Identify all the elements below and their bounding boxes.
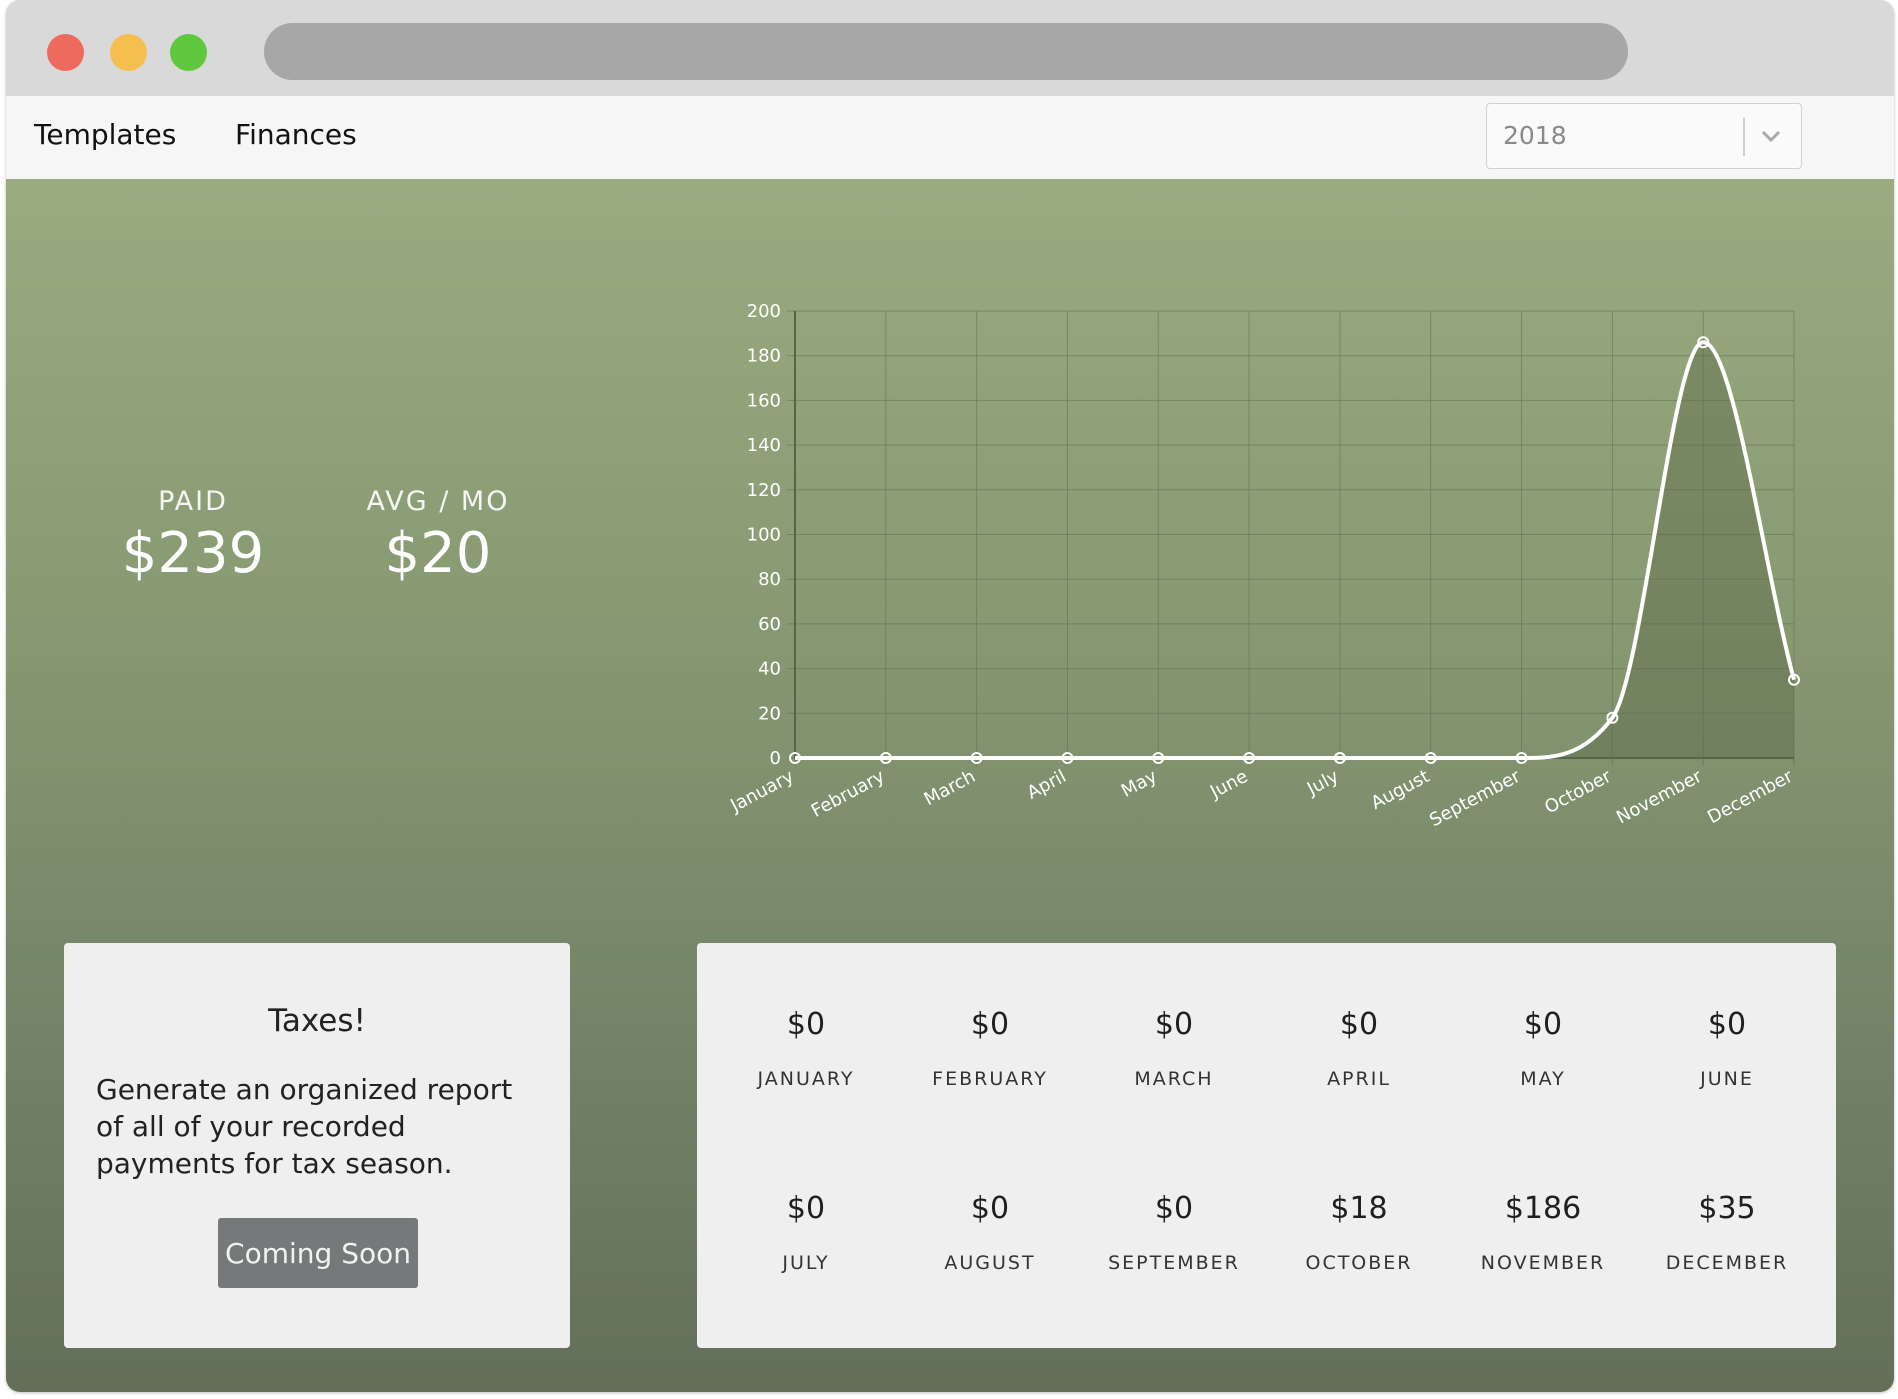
x-tick-label: August: [1368, 766, 1433, 814]
x-tick-label: March: [921, 766, 979, 810]
month-total-8: $0 SEPTEMBER: [1082, 1191, 1266, 1274]
nav-templates-link[interactable]: Templates: [34, 118, 176, 151]
monthly-payments-chart: 0 20 40 60 80 100 120 140 160 180 200 January Februa…: [726, 301, 1800, 832]
month-total-3: $0 APRIL: [1267, 1007, 1451, 1090]
month-total-10: $186 NOVEMBER: [1451, 1191, 1635, 1274]
address-bar[interactable]: [264, 23, 1628, 80]
month-amount: $0: [1154, 1191, 1194, 1226]
month-amount: $0: [970, 1007, 1010, 1042]
taxes-card: Taxes! Generate an organized report of a…: [64, 943, 570, 1348]
paid-label: PAID: [158, 486, 228, 517]
top-navbar: Templates Finances 2018: [6, 96, 1894, 179]
month-name: MARCH: [1134, 1068, 1214, 1090]
year-select-divider: [1743, 118, 1745, 156]
y-tick-label: 140: [747, 435, 781, 456]
paid-stat: PAID $239: [73, 486, 313, 586]
month-amount: $0: [970, 1191, 1010, 1226]
month-name: NOVEMBER: [1480, 1252, 1606, 1274]
close-window-button[interactable]: [47, 34, 84, 71]
month-total-1: $0 FEBRUARY: [898, 1007, 1082, 1090]
month-total-11: $35 DECEMBER: [1635, 1191, 1819, 1274]
monthly-totals-card: $0 JANUARY $0 FEBRUARY $0 MARCH $0 APRIL $0 MAY $0…: [697, 943, 1836, 1348]
month-total-6: $0 JULY: [714, 1191, 898, 1274]
avg-per-month-stat: AVG / MO $20: [318, 486, 558, 586]
month-amount: $0: [1707, 1007, 1747, 1042]
x-tick-label: May: [1118, 766, 1161, 802]
x-tick-label: December: [1704, 766, 1797, 829]
month-name: FEBRUARY: [932, 1068, 1048, 1090]
y-tick-label: 40: [758, 659, 781, 680]
series-area-fill: [795, 342, 1794, 758]
y-tick-label: 80: [758, 569, 781, 590]
month-amount: $0: [1523, 1007, 1563, 1042]
avg-per-month-label: AVG / MO: [366, 486, 510, 517]
avg-per-month-value: $20: [384, 521, 492, 586]
x-tick-label: October: [1541, 766, 1615, 819]
month-amount: $0: [786, 1007, 826, 1042]
finances-dashboard: PAID $239 AVG / MO $20 0 20 40 60 80 100 120 14…: [6, 179, 1894, 1392]
chevron-down-icon[interactable]: [1757, 124, 1785, 148]
month-amount: $186: [1504, 1191, 1582, 1226]
x-tick-label: July: [1303, 766, 1343, 800]
maximize-window-button[interactable]: [170, 34, 207, 71]
year-select[interactable]: 2018: [1486, 103, 1802, 169]
y-tick-label: 120: [747, 480, 781, 501]
month-name: APRIL: [1327, 1068, 1391, 1090]
month-name: JULY: [782, 1252, 830, 1274]
y-tick-label: 100: [747, 525, 781, 546]
taxes-title: Taxes!: [268, 1003, 366, 1039]
browser-window: Templates Finances 2018 PAID $239 AVG / …: [6, 0, 1894, 1392]
coming-soon-button[interactable]: Coming Soon: [218, 1218, 418, 1288]
month-name: OCTOBER: [1305, 1252, 1413, 1274]
x-tick-label: January: [726, 766, 797, 817]
x-tick-label: February: [808, 766, 889, 822]
month-amount: $0: [1339, 1007, 1379, 1042]
month-total-9: $18 OCTOBER: [1267, 1191, 1451, 1274]
month-total-0: $0 JANUARY: [714, 1007, 898, 1090]
month-name: AUGUST: [944, 1252, 1036, 1274]
y-tick-label: 160: [747, 390, 781, 411]
month-name: JANUARY: [757, 1068, 855, 1090]
month-name: MAY: [1520, 1068, 1566, 1090]
month-amount: $0: [1154, 1007, 1194, 1042]
month-name: JUNE: [1700, 1068, 1754, 1090]
x-tick-label: November: [1613, 766, 1706, 829]
month-amount: $18: [1330, 1191, 1388, 1226]
month-total-7: $0 AUGUST: [898, 1191, 1082, 1274]
x-tick-label: September: [1426, 766, 1524, 832]
y-tick-label: 60: [758, 614, 781, 635]
minimize-window-button[interactable]: [110, 34, 147, 71]
paid-value: $239: [121, 521, 265, 586]
nav-finances-link[interactable]: Finances: [235, 118, 357, 151]
taxes-description: Generate an organized report of all of y…: [96, 1073, 513, 1180]
month-amount: $0: [786, 1191, 826, 1226]
y-tick-label: 20: [758, 703, 781, 724]
month-total-2: $0 MARCH: [1082, 1007, 1266, 1090]
month-name: DECEMBER: [1665, 1252, 1789, 1274]
title-bar: [6, 0, 1894, 96]
y-tick-label: 0: [770, 748, 781, 769]
month-total-4: $0 MAY: [1451, 1007, 1635, 1090]
month-total-5: $0 JUNE: [1635, 1007, 1819, 1090]
month-name: SEPTEMBER: [1108, 1252, 1240, 1274]
year-select-value: 2018: [1503, 121, 1567, 150]
y-tick-label: 180: [747, 346, 781, 367]
y-tick-label: 200: [747, 301, 781, 322]
x-tick-label: April: [1024, 766, 1070, 804]
x-tick-label: June: [1206, 766, 1251, 803]
month-amount: $35: [1698, 1191, 1756, 1226]
